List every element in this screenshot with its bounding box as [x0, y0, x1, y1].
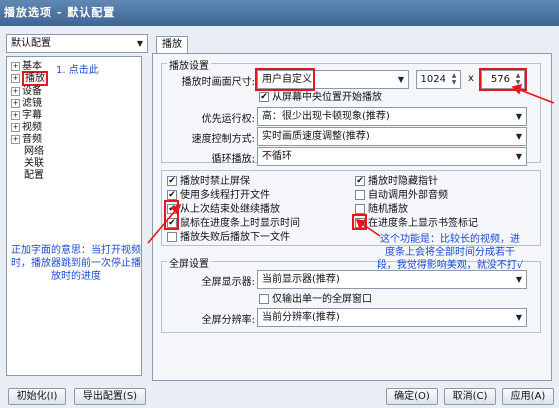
- option-external-audio[interactable]: 自动调用外部音频: [355, 189, 448, 202]
- chevron-down-icon: ▼: [515, 275, 522, 284]
- window-title: 播放选项 - 默认配置: [0, 0, 559, 26]
- tree-item-filter[interactable]: + 滤镜: [11, 98, 42, 110]
- checkbox-icon: ✔: [167, 190, 177, 200]
- option-no-screensaver[interactable]: ✔ 播放时禁止屏保: [167, 175, 250, 188]
- tree-item-audio[interactable]: + 音频: [11, 134, 42, 146]
- tree-item-device[interactable]: + 设备: [11, 86, 42, 98]
- init-button[interactable]: 初始化(I): [8, 388, 66, 405]
- center-checkbox[interactable]: ✔ 从屏幕中央位置开始播放: [259, 91, 382, 104]
- loop-label: 循环播放:: [211, 154, 255, 165]
- tree-item-network[interactable]: 网络: [24, 146, 44, 158]
- checkbox-icon: ✔: [355, 176, 365, 186]
- annotation-right-note: 这个功能是：比较长的视频，进度条上会将全部时间分成若干段，我觉得影响美观，就没不…: [376, 234, 524, 271]
- monitor-label: 全屏显示器:: [201, 277, 255, 288]
- expand-icon[interactable]: +: [11, 122, 20, 132]
- size-label: 播放时画面尺寸:: [181, 77, 255, 88]
- tab-playback[interactable]: 播放: [156, 36, 188, 54]
- cancel-button[interactable]: 取消(C): [444, 388, 496, 405]
- expand-icon[interactable]: +: [11, 86, 20, 96]
- size-separator: x: [468, 73, 474, 84]
- tree-item-subtitle[interactable]: + 字幕: [11, 110, 42, 122]
- chevron-down-icon: ▼: [136, 39, 143, 48]
- single-window-checkbox[interactable]: 仅输出单一的全屏窗口: [259, 293, 372, 306]
- annotation-left-note: 正加字面的意思：当打开视频时，播放器跳到前一次停止播放时的进度: [11, 245, 141, 282]
- width-spinner[interactable]: 1024 ▲ ▼: [416, 70, 461, 89]
- tree-item-video[interactable]: + 视频: [11, 122, 42, 134]
- option-resume[interactable]: ✔ 从上次结束处继续播放: [167, 203, 280, 216]
- checkbox-icon: ✔: [259, 92, 269, 102]
- loop-select[interactable]: 不循环 ▼: [257, 147, 527, 166]
- chevron-down-icon: ▼: [515, 112, 522, 121]
- resolution-label: 全屏分辨率:: [201, 315, 255, 326]
- apply-button[interactable]: 应用(A): [502, 388, 554, 405]
- option-multithread[interactable]: ✔ 使用多线程打开文件: [167, 189, 270, 202]
- expand-icon[interactable]: +: [11, 134, 20, 144]
- ok-button[interactable]: 确定(O): [386, 388, 438, 405]
- speed-select[interactable]: 实时画质速度调整(推荐) ▼: [257, 127, 527, 146]
- checkbox-icon: ✔: [167, 176, 177, 186]
- export-button[interactable]: 导出配置(S): [74, 388, 146, 405]
- option-hide-cursor[interactable]: ✔ 播放时隐藏指针: [355, 175, 438, 188]
- chevron-down-icon: ▼: [515, 132, 522, 141]
- profile-select[interactable]: 默认配置 ▼: [6, 34, 148, 53]
- expand-icon[interactable]: +: [11, 98, 20, 108]
- highlight-size-select: [255, 68, 315, 91]
- expand-icon[interactable]: +: [11, 61, 20, 71]
- fullscreen-title: 全屏设置: [167, 255, 211, 270]
- playback-settings-title: 播放设置: [167, 57, 211, 72]
- expand-icon[interactable]: +: [11, 110, 20, 120]
- spin-arrows-icon[interactable]: ▲ ▼: [449, 72, 459, 87]
- highlight-right-check: [352, 214, 367, 230]
- category-tree: + 基本 + 播放 + 设备 + 滤镜 + 字幕 + 视频 + 音频 网络 关联 配置: [6, 56, 142, 376]
- highlight-left-checks: [164, 200, 179, 230]
- checkbox-icon: [167, 232, 177, 242]
- speed-label: 速度控制方式:: [191, 134, 255, 145]
- tree-item-playback[interactable]: + 播放: [11, 71, 48, 86]
- option-bookmarks[interactable]: 在进度条上显示书签标记: [355, 217, 478, 230]
- settings-panel: 播放设置 播放时画面尺寸: 用户自定义 ▼ 1024 ▲ ▼ x 576 ▲ ▼ ✔…: [152, 53, 552, 381]
- chevron-down-icon: ▼: [515, 152, 522, 161]
- options-window: 播放选项 - 默认配置 默认配置 ▼ + 基本 + 播放 + 设备 + 滤镜 + 字幕 +…: [0, 0, 559, 408]
- profile-select-value: 默认配置: [11, 38, 51, 49]
- priority-select[interactable]: 高：很少出现卡顿现象(推荐) ▼: [257, 107, 527, 126]
- checkbox-icon: [259, 294, 269, 304]
- expand-icon[interactable]: +: [11, 73, 20, 83]
- checkbox-icon: [355, 204, 365, 214]
- highlight-height: [479, 68, 527, 91]
- chevron-down-icon: ▼: [397, 75, 404, 84]
- priority-label: 优先运行权:: [201, 114, 255, 125]
- monitor-select[interactable]: 当前显示器(推荐) ▼: [257, 270, 527, 289]
- checkbox-icon: [355, 190, 365, 200]
- tree-item-association[interactable]: 关联: [24, 158, 44, 170]
- option-play-next[interactable]: 播放失败后播放下一文件: [167, 231, 290, 244]
- chevron-down-icon: ▼: [515, 313, 522, 322]
- resolution-select[interactable]: 当前分辨率(推荐) ▼: [257, 308, 527, 327]
- annotation-step1: 1. 点击此: [56, 65, 99, 76]
- tree-item-config[interactable]: 配置: [24, 170, 44, 182]
- option-show-time[interactable]: ✔ 鼠标在进度条上时显示时间: [167, 217, 300, 230]
